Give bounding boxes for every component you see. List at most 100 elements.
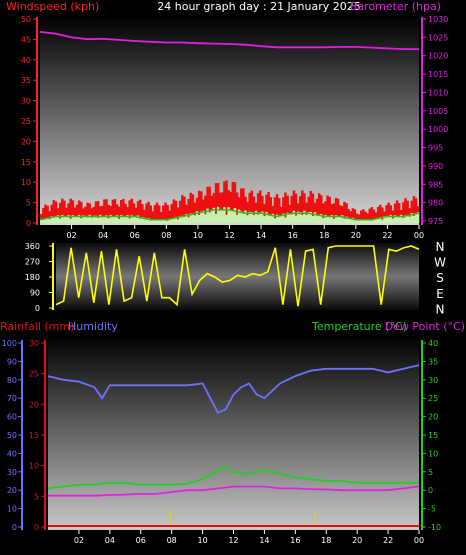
speed-bar	[374, 219, 378, 223]
compass-label: W	[434, 256, 446, 270]
speed-bar	[387, 216, 390, 223]
speed-bar	[170, 218, 173, 223]
temperature-tick-label: 20	[428, 413, 438, 422]
speed-bar	[65, 216, 68, 223]
direction-tick-label: 270	[25, 258, 40, 267]
wind-y-axis: 0 5 10 15 20 25 30 35 40 45 50	[21, 15, 38, 228]
humidity-tick-label: 10	[7, 505, 17, 514]
speed-bar	[360, 220, 363, 223]
temperature-tick-label: 30	[428, 376, 438, 385]
baro-tick-label: 980	[428, 199, 443, 208]
speed-bar	[402, 218, 405, 223]
x-tick-label: 10	[197, 536, 207, 545]
speed-bar	[214, 213, 218, 223]
compass-label: E	[436, 287, 444, 301]
wind-direction-plot-area	[56, 243, 419, 310]
humidity-tick-label: 70	[7, 394, 17, 403]
x-tick-label: 22	[383, 536, 393, 545]
speed-bar	[128, 218, 131, 223]
speed-bar	[96, 217, 100, 223]
temperature-tick-label: 40	[428, 339, 438, 348]
rain-tick-label: 25	[29, 370, 39, 379]
speed-bar	[288, 213, 291, 223]
x-tick-label: 20	[351, 231, 361, 240]
humidity-tick-label: 50	[7, 431, 17, 440]
x-tick-label: 14	[256, 231, 266, 240]
wind-tick-label: 45	[21, 35, 31, 44]
speed-bar	[336, 216, 340, 223]
speed-bar	[117, 218, 121, 223]
wind-tick-label: 25	[21, 117, 31, 126]
x-tick-label: 00	[414, 231, 424, 240]
wind-tick-label: 30	[21, 97, 31, 106]
speed-bar	[231, 210, 235, 223]
speed-bar	[284, 217, 287, 223]
speed-bar	[256, 214, 260, 223]
speed-bar	[326, 216, 329, 223]
weather-graph: Windspeed (kph) 24 hour graph day : 21 J…	[0, 0, 465, 545]
speed-bar	[246, 215, 249, 223]
speed-bar	[364, 220, 367, 223]
speed-bar	[280, 215, 283, 223]
x-tick-label: 10	[193, 231, 203, 240]
baro-tick-label: 1005	[428, 107, 448, 116]
x-tick-label: 06	[130, 231, 140, 240]
wind-x-axis: 02 04 06 08 10 12 14 16 18 20 22 00	[66, 225, 424, 240]
speed-bar	[80, 218, 83, 223]
speed-bar	[193, 215, 197, 223]
temperature-tick-label: -5	[428, 505, 436, 514]
speed-bar	[273, 218, 277, 223]
x-tick-label: 08	[161, 231, 171, 240]
x-tick-label: 22	[382, 231, 392, 240]
baro-tick-label: 1010	[428, 88, 448, 97]
temperature-y-axis: -10 -5 0 5 10 15 20 25 30 35 40	[421, 339, 441, 532]
wind-tick-label: 5	[26, 199, 31, 208]
speed-bar	[252, 215, 256, 223]
speed-bar	[349, 219, 352, 223]
speed-bar	[197, 215, 201, 223]
speed-bar	[412, 215, 416, 223]
speed-bar	[124, 216, 127, 223]
baro-tick-label: 1020	[428, 52, 448, 61]
humidity-tick-label: 60	[7, 413, 17, 422]
speed-bar	[204, 214, 207, 223]
speed-bar	[160, 220, 163, 223]
rain-y-axis: 0 5 10 15 20 25 30	[29, 339, 46, 532]
temperature-tick-label: 5	[428, 468, 433, 477]
speed-bar	[263, 216, 266, 223]
speed-bar	[221, 209, 224, 223]
speed-bar	[107, 218, 110, 223]
speed-bar	[338, 216, 342, 223]
compass-label: N	[436, 240, 445, 254]
graph-title: 24 hour graph day : 21 January 2025	[157, 0, 361, 13]
speed-bar	[90, 217, 93, 223]
speed-bar	[267, 215, 270, 223]
speed-bar	[311, 216, 315, 223]
rain-tick-label: 15	[29, 431, 39, 440]
speed-bar	[86, 217, 89, 223]
speed-bar	[208, 212, 211, 223]
x-tick-label: 12	[224, 231, 234, 240]
speed-bar	[381, 219, 384, 223]
speed-bar	[166, 220, 169, 223]
speed-bar	[235, 214, 239, 223]
speed-bar	[229, 209, 232, 223]
speed-bar	[69, 218, 72, 223]
speed-bar	[48, 219, 51, 223]
speed-bar	[183, 216, 186, 223]
speed-bar	[149, 220, 152, 223]
x-tick-label: 04	[105, 536, 115, 545]
speed-bar	[353, 220, 357, 223]
humidity-tick-label: 40	[7, 449, 17, 458]
speed-bar	[294, 215, 298, 223]
speed-bar	[277, 216, 281, 223]
x-tick-label: 12	[228, 536, 238, 545]
speed-bar	[138, 218, 142, 223]
temperature-tick-label: 10	[428, 449, 438, 458]
rain-tick-label: 0	[34, 523, 39, 532]
x-tick-label: 14	[259, 536, 269, 545]
speed-bar	[187, 217, 190, 223]
humidity-y-axis: 0 10 20 30 40 50 60 70 80 90 100	[2, 339, 23, 532]
speed-bar	[42, 219, 45, 223]
speed-bar	[332, 218, 336, 223]
